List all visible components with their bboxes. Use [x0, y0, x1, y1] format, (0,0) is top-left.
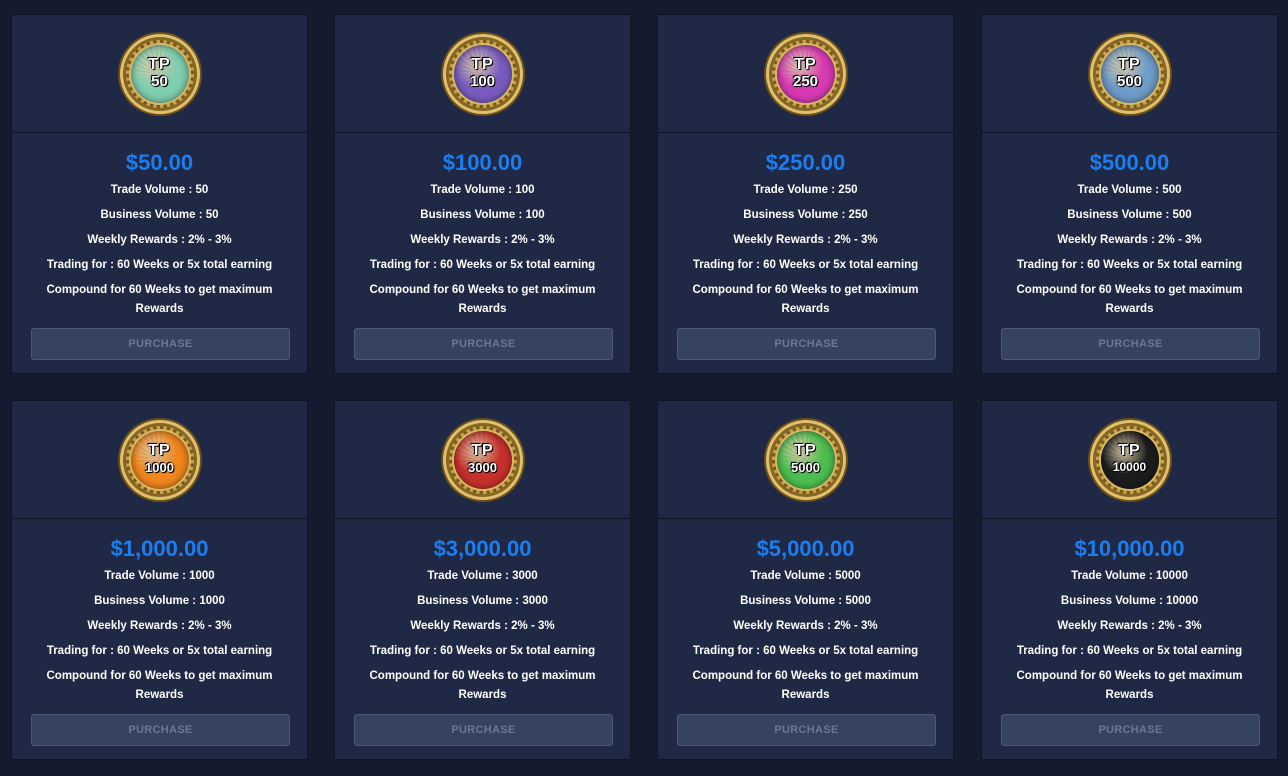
trading-for: Trading for : 60 Weeks or 5x total earni… — [692, 259, 919, 271]
package-card-header: TP 1000 — [12, 401, 307, 519]
tp-badge-icon: TP 5000 — [765, 419, 846, 500]
badge-tp-label: TP — [794, 442, 817, 459]
compound-note: Compound for 60 Weeks to get maximum Rew… — [46, 670, 273, 701]
purchase-button[interactable]: PURCHASE — [354, 328, 613, 360]
trading-for: Trading for : 60 Weeks or 5x total earni… — [369, 645, 596, 657]
trading-for: Trading for : 60 Weeks or 5x total earni… — [46, 645, 273, 657]
weekly-rewards: Weekly Rewards : 2% - 3% — [733, 620, 878, 632]
compound-note: Compound for 60 Weeks to get maximum Rew… — [369, 670, 596, 701]
package-price: $50.00 — [125, 150, 194, 175]
badge-number: 250 — [792, 73, 819, 90]
badge-tp-label: TP — [794, 56, 817, 73]
trade-volume: Trade Volume : 50 — [110, 184, 209, 196]
package-card-header: TP 5000 — [658, 401, 953, 519]
package-card-header: TP 10000 — [982, 401, 1277, 519]
business-volume: Business Volume : 100 — [420, 209, 545, 221]
trade-volume: Trade Volume : 100 — [430, 184, 535, 196]
compound-note: Compound for 60 Weeks to get maximum Rew… — [692, 284, 919, 315]
package-card: TP 10000 $10,000.00 Trade Volume : 10000… — [981, 400, 1278, 760]
trading-for: Trading for : 60 Weeks or 5x total earni… — [1016, 645, 1243, 657]
trade-volume: Trade Volume : 3000 — [427, 570, 538, 582]
badge-number: 5000 — [791, 460, 820, 475]
badge-number: 500 — [1116, 73, 1143, 90]
package-card: TP 500 $500.00 Trade Volume : 500 Busine… — [981, 14, 1278, 374]
tp-badge-icon: TP 3000 — [442, 419, 523, 500]
package-card-header: TP 250 — [658, 15, 953, 133]
tp-badge-icon: TP 50 — [119, 33, 200, 114]
business-volume: Business Volume : 250 — [743, 209, 868, 221]
package-price: $500.00 — [1089, 150, 1170, 175]
package-card-header: TP 500 — [982, 15, 1277, 133]
purchase-button[interactable]: PURCHASE — [1001, 714, 1260, 746]
trading-for: Trading for : 60 Weeks or 5x total earni… — [1016, 259, 1243, 271]
package-card: TP 5000 $5,000.00 Trade Volume : 5000 Bu… — [657, 400, 954, 760]
business-volume: Business Volume : 10000 — [1060, 595, 1199, 607]
tp-badge-icon: TP 500 — [1089, 33, 1170, 114]
badge-tp-label: TP — [471, 442, 494, 459]
weekly-rewards: Weekly Rewards : 2% - 3% — [410, 234, 555, 246]
package-price: $250.00 — [765, 150, 846, 175]
badge-tp-label: TP — [148, 442, 171, 459]
package-card-header: TP 3000 — [335, 401, 630, 519]
package-card: TP 50 $50.00 Trade Volume : 50 Business … — [11, 14, 308, 374]
compound-note: Compound for 60 Weeks to get maximum Rew… — [1016, 670, 1243, 701]
business-volume: Business Volume : 1000 — [94, 595, 225, 607]
weekly-rewards: Weekly Rewards : 2% - 3% — [410, 620, 555, 632]
package-price: $5,000.00 — [756, 536, 855, 561]
weekly-rewards: Weekly Rewards : 2% - 3% — [733, 234, 878, 246]
badge-number: 3000 — [468, 460, 497, 475]
trade-volume: Trade Volume : 10000 — [1071, 570, 1188, 582]
badge-tp-label: TP — [1118, 56, 1141, 73]
trade-volume: Trade Volume : 250 — [753, 184, 858, 196]
trade-volume: Trade Volume : 1000 — [104, 570, 215, 582]
trade-volume: Trade Volume : 5000 — [750, 570, 861, 582]
package-card-header: TP 100 — [335, 15, 630, 133]
compound-note: Compound for 60 Weeks to get maximum Rew… — [46, 284, 273, 315]
package-card-header: TP 50 — [12, 15, 307, 133]
package-price: $100.00 — [442, 150, 523, 175]
tp-badge-icon: TP 250 — [765, 33, 846, 114]
compound-note: Compound for 60 Weeks to get maximum Rew… — [692, 670, 919, 701]
tp-badge-icon: TP 100 — [442, 33, 523, 114]
package-card: TP 100 $100.00 Trade Volume : 100 Busine… — [334, 14, 631, 374]
business-volume: Business Volume : 3000 — [417, 595, 548, 607]
tp-badge-icon: TP 1000 — [119, 419, 200, 500]
compound-note: Compound for 60 Weeks to get maximum Rew… — [369, 284, 596, 315]
trading-for: Trading for : 60 Weeks or 5x total earni… — [46, 259, 273, 271]
purchase-button[interactable]: PURCHASE — [31, 714, 290, 746]
purchase-button[interactable]: PURCHASE — [31, 328, 290, 360]
purchase-button[interactable]: PURCHASE — [354, 714, 613, 746]
business-volume: Business Volume : 5000 — [740, 595, 871, 607]
purchase-button[interactable]: PURCHASE — [677, 714, 936, 746]
package-card: TP 3000 $3,000.00 Trade Volume : 3000 Bu… — [334, 400, 631, 760]
badge-tp-label: TP — [471, 56, 494, 73]
compound-note: Compound for 60 Weeks to get maximum Rew… — [1016, 284, 1243, 315]
trading-for: Trading for : 60 Weeks or 5x total earni… — [369, 259, 596, 271]
purchase-button[interactable]: PURCHASE — [677, 328, 936, 360]
weekly-rewards: Weekly Rewards : 2% - 3% — [87, 234, 232, 246]
tp-badge-icon: TP 10000 — [1089, 419, 1170, 500]
weekly-rewards: Weekly Rewards : 2% - 3% — [1057, 620, 1202, 632]
trade-volume: Trade Volume : 500 — [1077, 184, 1182, 196]
badge-number: 50 — [151, 73, 168, 90]
badge-tp-label: TP — [1118, 442, 1141, 459]
purchase-button[interactable]: PURCHASE — [1001, 328, 1260, 360]
badge-tp-label: TP — [148, 56, 171, 73]
package-grid: TP 50 $50.00 Trade Volume : 50 Business … — [0, 0, 1288, 776]
badge-number: 100 — [469, 73, 496, 90]
weekly-rewards: Weekly Rewards : 2% - 3% — [87, 620, 232, 632]
badge-number: 10000 — [1112, 460, 1147, 474]
trading-for: Trading for : 60 Weeks or 5x total earni… — [692, 645, 919, 657]
package-price: $1,000.00 — [110, 536, 209, 561]
business-volume: Business Volume : 500 — [1067, 209, 1192, 221]
business-volume: Business Volume : 50 — [100, 209, 219, 221]
package-card: TP 1000 $1,000.00 Trade Volume : 1000 Bu… — [11, 400, 308, 760]
badge-number: 1000 — [145, 460, 174, 475]
weekly-rewards: Weekly Rewards : 2% - 3% — [1057, 234, 1202, 246]
package-price: $10,000.00 — [1074, 536, 1185, 561]
package-card: TP 250 $250.00 Trade Volume : 250 Busine… — [657, 14, 954, 374]
package-price: $3,000.00 — [433, 536, 532, 561]
